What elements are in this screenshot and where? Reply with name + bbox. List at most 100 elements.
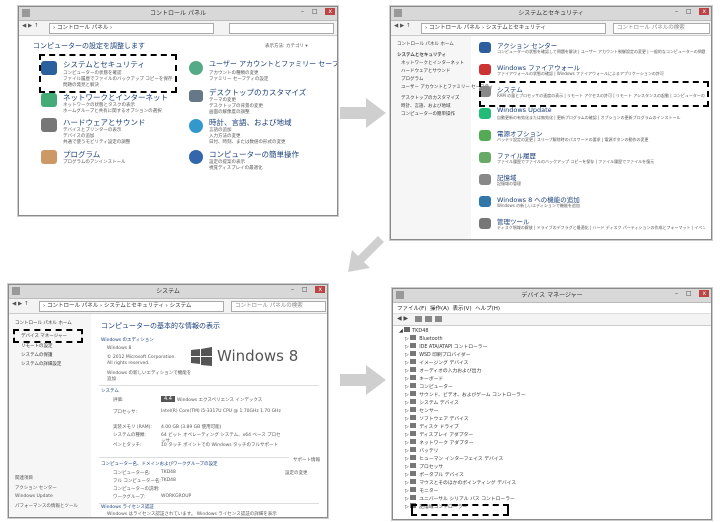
nav-buttons[interactable]: ◀ ▶ ↑ bbox=[12, 301, 29, 307]
system-value[interactable]: Windows エクスペリエンス インデックス bbox=[177, 397, 262, 403]
item-icon[interactable] bbox=[479, 174, 491, 185]
window-controls[interactable]: – □ x bbox=[291, 286, 325, 293]
cat-link[interactable]: 共通で使うモビリティ設定の調整 bbox=[63, 139, 130, 145]
tree-node[interactable]: ▷ キーボード bbox=[405, 375, 443, 382]
close-icon[interactable]: x bbox=[699, 8, 709, 15]
item-icon[interactable] bbox=[479, 108, 491, 119]
tree-node[interactable]: ▷ IDE ATA/ATAPI コントローラー bbox=[405, 343, 487, 350]
cat-link[interactable]: 視覚ディスプレイの最適化 bbox=[209, 165, 263, 171]
item-links[interactable]: ファイアウォールの状態の確認 | Windows ファイアウォールによるアプリケ… bbox=[497, 71, 705, 77]
scan-icon[interactable] bbox=[435, 316, 442, 322]
properties-icon[interactable] bbox=[415, 316, 422, 322]
sidebar-item[interactable]: 時計、言語、および地域 bbox=[401, 103, 451, 109]
tree-node[interactable]: ▷ ヒューマン インターフェイス デバイス bbox=[405, 455, 503, 462]
item-icon[interactable] bbox=[479, 152, 491, 163]
tree-node[interactable]: ▷ Bluetooth bbox=[405, 335, 443, 342]
user-accounts-icon[interactable] bbox=[189, 61, 203, 75]
item-icon[interactable] bbox=[479, 42, 491, 53]
search-input[interactable]: コントロール パネルの検索 bbox=[613, 23, 710, 34]
item-icon[interactable] bbox=[479, 130, 491, 141]
tree-root[interactable]: ◢ TKD48 bbox=[399, 327, 429, 334]
window-controls[interactable]: – □ x bbox=[675, 8, 709, 15]
ease-of-access-icon[interactable] bbox=[189, 150, 203, 164]
item-title[interactable]: Windows Update bbox=[497, 106, 552, 114]
tree-node[interactable]: ▷ プロセッサ bbox=[405, 463, 443, 470]
tree-node[interactable]: ▷ システム デバイス bbox=[405, 399, 459, 406]
see-also-link[interactable]: Windows Update bbox=[15, 494, 53, 499]
sidebar-item[interactable]: リモートの設定 bbox=[21, 343, 53, 349]
menu-action[interactable]: 操作(A) bbox=[430, 306, 449, 312]
item-links[interactable]: ディスク領域の解放 | ドライブのデフラグと最適化 | ハード ディスク パーテ… bbox=[497, 225, 705, 231]
tree-node[interactable]: ▷ ディスク ドライブ bbox=[405, 423, 459, 430]
rating-score[interactable]: 4.4 bbox=[161, 396, 175, 402]
item-icon[interactable] bbox=[479, 218, 491, 229]
cat-link[interactable]: ホームグループと共有に関するオプションの選択 bbox=[63, 108, 162, 114]
sidebar-item[interactable]: コンピューターの簡単操作 bbox=[401, 111, 455, 117]
item-links[interactable]: ファイル履歴でファイルのバックアップ コピーを保存 | ファイル履歴でファイルを… bbox=[497, 159, 705, 165]
nav-buttons[interactable]: ◀ ▶ ↑ bbox=[394, 23, 411, 29]
tree-node[interactable]: ▷ モニター bbox=[405, 487, 438, 494]
tree-node[interactable]: ▷ イメージング デバイス bbox=[405, 359, 468, 366]
search-input[interactable]: コントロール パネルの検索 bbox=[231, 301, 326, 312]
close-icon[interactable]: x bbox=[325, 8, 335, 15]
tree-node[interactable]: ▷ バッテリ bbox=[405, 447, 438, 454]
desktop-icon[interactable] bbox=[189, 90, 203, 102]
tree-node[interactable]: ▷ ソフトウェア デバイス bbox=[405, 415, 469, 422]
sidebar-item[interactable]: デスクトップのカスタマイズ bbox=[401, 95, 459, 101]
cat-link[interactable]: プログラムのアンインストール bbox=[63, 159, 126, 165]
item-links[interactable]: バッテリ設定の変更 | スリープ解除時のパスワードの要求 | 電源ボタンの動作の… bbox=[497, 137, 705, 143]
tree-node[interactable]: ▷ ユニバーサル シリアル バス コントローラー bbox=[405, 495, 515, 502]
sidebar-item[interactable]: コントロール パネル ホーム bbox=[15, 320, 72, 326]
programs-icon[interactable] bbox=[41, 150, 57, 164]
tree-node[interactable]: ▷ WSD 印刷プロバイダー bbox=[405, 351, 470, 358]
search-input[interactable] bbox=[229, 23, 334, 34]
tree-node[interactable]: ▷ コンピューター bbox=[405, 383, 453, 390]
tree-node[interactable]: ▷ ポータブル デバイス bbox=[405, 471, 464, 478]
tree-node[interactable]: ▷ ディスプレイ アダプター bbox=[405, 431, 473, 438]
tree-node[interactable]: ▷ マウスとそのほかのポインティング デバイス bbox=[405, 479, 516, 486]
sidebar-item[interactable]: プログラム bbox=[401, 76, 423, 82]
help-icon[interactable] bbox=[425, 316, 432, 322]
see-also-link[interactable]: アクション センター bbox=[15, 485, 57, 491]
cat-link[interactable]: ファミリー セーフティの設定 bbox=[209, 76, 268, 82]
sidebar-item[interactable]: ハードウェアとサウンド bbox=[401, 68, 450, 74]
tree-node[interactable]: ▷ オーディオの入力および出力 bbox=[405, 367, 481, 374]
cat-link[interactable]: 日付、時刻、または数値の形式の変更 bbox=[209, 139, 286, 145]
item-links[interactable]: コンピューターの状態を確認して問題を解決 | ユーザー アカウント制御設定の変更… bbox=[497, 49, 705, 55]
nav-buttons[interactable]: ◀ ▶ ↑ bbox=[22, 23, 39, 29]
network-icon[interactable] bbox=[41, 93, 57, 107]
change-settings-link[interactable]: 設定の変更 bbox=[285, 470, 308, 476]
tree-node[interactable]: ▷ サウンド、ビデオ、およびゲーム コントローラー bbox=[405, 391, 526, 398]
view-selector[interactable]: 表示方法: カテゴリ ▾ bbox=[265, 43, 308, 49]
item-links[interactable]: 記憶域の管理 bbox=[497, 181, 705, 187]
tree-node[interactable]: ▷ ネットワーク アダプター bbox=[405, 439, 474, 446]
address-field[interactable]: › コントロール パネル › bbox=[49, 23, 214, 34]
hardware-sound-icon[interactable] bbox=[41, 118, 57, 132]
address-field[interactable]: › コントロール パネル › システムとセキュリティ › システム bbox=[39, 301, 224, 312]
close-icon[interactable]: x bbox=[315, 286, 325, 293]
item-links[interactable]: 自動更新の有効化または無効化 | 更新プログラムの確認 | オプションの更新プロ… bbox=[497, 115, 705, 121]
clock-icon[interactable] bbox=[189, 119, 203, 133]
menu-file[interactable]: ファイル(F) bbox=[397, 306, 426, 312]
address-field[interactable]: › コントロール パネル › システムとセキュリティ bbox=[421, 23, 606, 34]
cat-link[interactable]: 画面の解像度の調整 bbox=[209, 109, 250, 115]
edition-link[interactable]: Windows の新しいエディションで機能を bbox=[107, 370, 191, 376]
menu-view[interactable]: 表示(V) bbox=[453, 306, 472, 312]
see-also-link[interactable]: パフォーマンスの情報とツール bbox=[15, 503, 78, 509]
item-icon[interactable] bbox=[479, 196, 491, 207]
menu-help[interactable]: ヘルプ(H) bbox=[475, 306, 500, 312]
sidebar-item[interactable]: システムの詳細設定 bbox=[21, 361, 61, 367]
window-controls[interactable]: – □ x bbox=[301, 8, 335, 15]
sidebar-item[interactable]: ネットワークとインターネット bbox=[401, 60, 464, 66]
back-forward-icon[interactable]: ◀ ▶ bbox=[397, 315, 408, 322]
cat-user-accounts[interactable]: ユーザー アカウントとファミリー セーフティ bbox=[209, 59, 337, 69]
sidebar-item[interactable]: システムの保護 bbox=[21, 352, 52, 358]
tree-node[interactable]: ▷ センサー bbox=[405, 407, 438, 414]
edition-link[interactable]: 追加 bbox=[107, 376, 116, 382]
sidebar-item[interactable]: コントロール パネル ホーム bbox=[397, 41, 454, 47]
support-link[interactable]: サポート情報 bbox=[293, 457, 320, 463]
window-controls[interactable]: – □ x bbox=[675, 290, 709, 297]
item-icon[interactable] bbox=[479, 64, 491, 75]
item-links[interactable]: Windows の新しいエディションで機能を追加 bbox=[497, 203, 705, 209]
close-icon[interactable]: x bbox=[699, 290, 709, 297]
